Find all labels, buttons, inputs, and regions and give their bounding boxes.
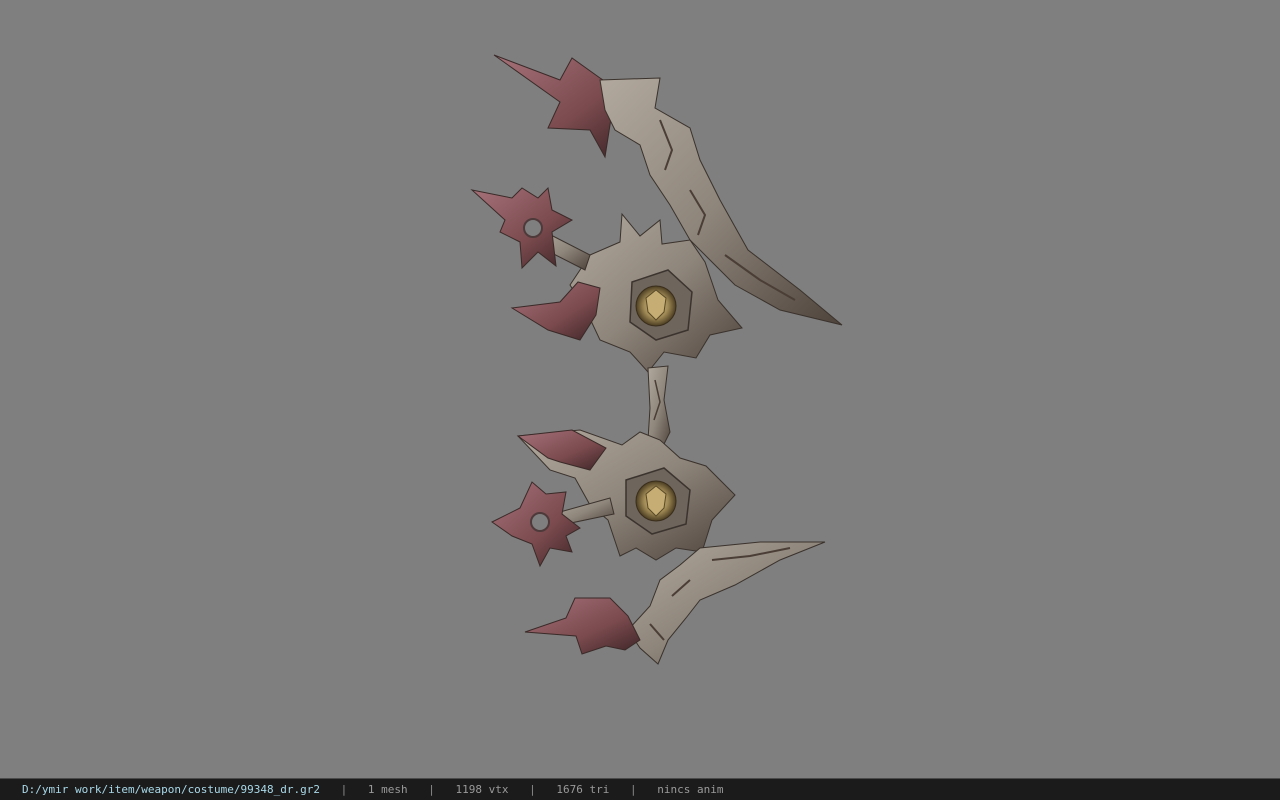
triangle-count-label: 1676 tri (556, 783, 610, 796)
status-separator: | (428, 783, 435, 796)
mesh-count-label: 1 mesh (367, 783, 408, 796)
weapon-model-render[interactable] (0, 0, 1280, 778)
status-bar: D:/ymir work/item/weapon/costume/99348_d… (0, 778, 1280, 800)
lower-star-ornament (491, 481, 581, 568)
lower-limb (524, 541, 826, 665)
file-path-label: D:/ymir work/item/weapon/costume/99348_d… (22, 783, 321, 796)
vertex-count-label: 1198 vtx (455, 783, 509, 796)
status-separator: | (629, 783, 637, 796)
animation-status-label: nincs anim (657, 783, 724, 796)
status-separator: | (340, 783, 348, 796)
3d-viewport[interactable] (0, 0, 1280, 778)
status-separator: | (529, 783, 536, 796)
